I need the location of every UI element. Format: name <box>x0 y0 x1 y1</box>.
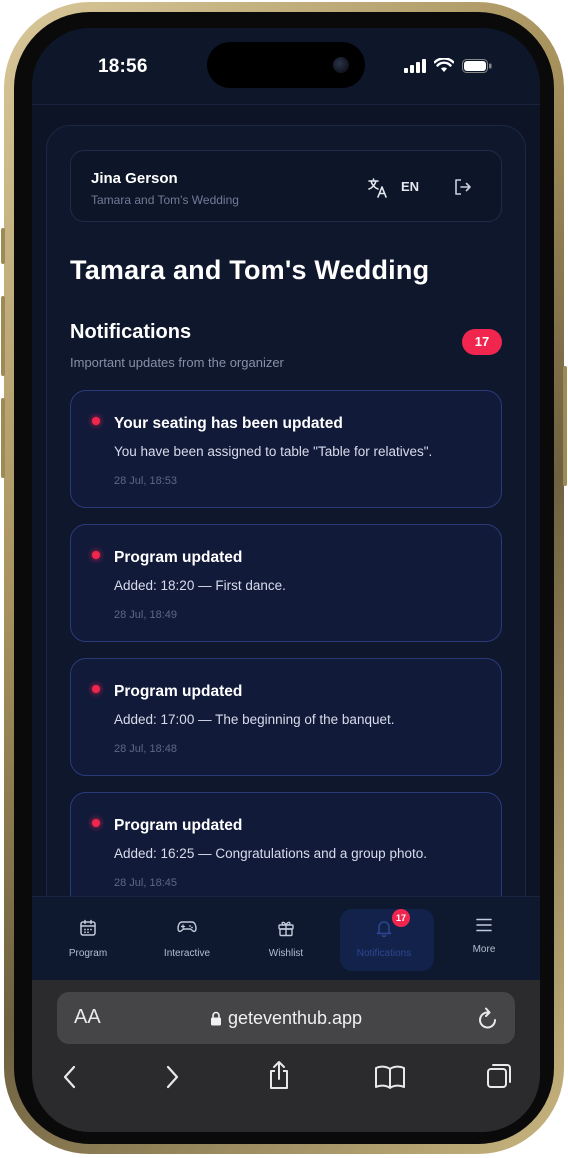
page-title: Tamara and Tom's Wedding <box>70 255 430 285</box>
notification-card[interactable]: Program updated Added: 16:25 — Congratul… <box>70 792 502 910</box>
notification-card[interactable]: Your seating has been updated You have b… <box>70 390 502 508</box>
notification-body: Added: 18:20 — First dance. <box>114 578 286 593</box>
volume-up-button <box>1 296 5 376</box>
logout-icon[interactable] <box>453 178 473 196</box>
gift-icon <box>278 921 294 937</box>
tab-wishlist[interactable]: Wishlist <box>236 897 336 981</box>
calendar-icon <box>80 919 96 936</box>
tab-badge: 17 <box>392 909 410 927</box>
tab-label: Program <box>68 948 108 959</box>
tab-label: More <box>472 944 496 955</box>
screen: 18:56 Jina Gerson Tamara and Tom's Weddi… <box>32 28 540 1132</box>
tab-more[interactable]: More <box>434 897 534 981</box>
notification-card[interactable]: Program updated Added: 18:20 — First dan… <box>70 524 502 642</box>
unread-dot <box>92 819 100 827</box>
tab-program[interactable]: Program <box>38 897 138 981</box>
unread-dot <box>92 685 100 693</box>
dynamic-island <box>207 42 365 88</box>
unread-dot <box>92 417 100 425</box>
notification-time: 28 Jul, 18:49 <box>114 609 177 621</box>
status-time: 18:56 <box>98 56 148 77</box>
camera-icon <box>333 57 349 73</box>
notification-title: Program updated <box>114 683 243 700</box>
app-content: Jina Gerson Tamara and Tom's Wedding EN … <box>32 104 540 925</box>
url-display[interactable]: geteventhub.app <box>57 1008 515 1029</box>
notification-time: 28 Jul, 18:53 <box>114 475 177 487</box>
address-bar[interactable]: AA geteventhub.app <box>57 992 515 1044</box>
notification-title: Your seating has been updated <box>114 415 343 432</box>
notification-title: Program updated <box>114 549 243 566</box>
notification-body: Added: 17:00 — The beginning of the banq… <box>114 712 395 727</box>
browser-toolbar: AA geteventhub.app <box>32 980 540 1132</box>
tab-interactive[interactable]: Interactive <box>137 897 237 981</box>
bottom-tab-bar: Program Interactive Wishlist 17 Notifica… <box>32 896 540 980</box>
event-name: Tamara and Tom's Wedding <box>91 193 239 207</box>
notifications-subtitle: Important updates from the organizer <box>70 355 284 370</box>
volume-down-button <box>1 398 5 478</box>
forward-icon[interactable] <box>164 1064 180 1090</box>
url-text: geteventhub.app <box>227 1008 363 1028</box>
notification-card[interactable]: Program updated Added: 17:00 — The begin… <box>70 658 502 776</box>
gamepad-icon <box>177 921 197 933</box>
tab-label: Interactive <box>163 948 211 959</box>
tab-label: Wishlist <box>268 948 304 959</box>
notification-count-badge: 17 <box>462 329 502 355</box>
status-bar: 18:56 <box>32 28 540 104</box>
battery-icon <box>462 58 492 73</box>
wifi-icon <box>434 58 454 72</box>
user-header: Jina Gerson Tamara and Tom's Wedding EN <box>70 150 502 222</box>
status-icons <box>404 58 492 73</box>
tab-notifications[interactable]: 17 Notifications <box>334 897 434 981</box>
action-button <box>1 228 5 264</box>
notification-title: Program updated <box>114 817 243 834</box>
reload-icon[interactable] <box>477 1006 499 1030</box>
unread-dot <box>92 551 100 559</box>
notification-time: 28 Jul, 18:45 <box>114 877 177 889</box>
share-icon[interactable] <box>267 1060 291 1090</box>
menu-icon <box>476 918 492 932</box>
notifications-heading: Notifications <box>70 321 192 343</box>
power-button <box>563 366 567 486</box>
user-name: Jina Gerson <box>91 170 178 187</box>
tabs-icon[interactable] <box>485 1062 513 1090</box>
back-icon[interactable] <box>62 1064 78 1090</box>
language-selector[interactable]: EN <box>401 179 419 194</box>
notification-body: Added: 16:25 — Congratulations and a gro… <box>114 846 427 861</box>
bookmarks-icon[interactable] <box>374 1064 406 1090</box>
notification-time: 28 Jul, 18:48 <box>114 743 177 755</box>
lock-icon <box>210 1011 221 1026</box>
notification-body: You have been assigned to table "Table f… <box>114 444 433 459</box>
translate-icon[interactable] <box>367 177 389 199</box>
bell-icon <box>376 921 392 937</box>
tab-label: Notifications <box>356 948 412 959</box>
cellular-signal-icon <box>404 58 426 73</box>
